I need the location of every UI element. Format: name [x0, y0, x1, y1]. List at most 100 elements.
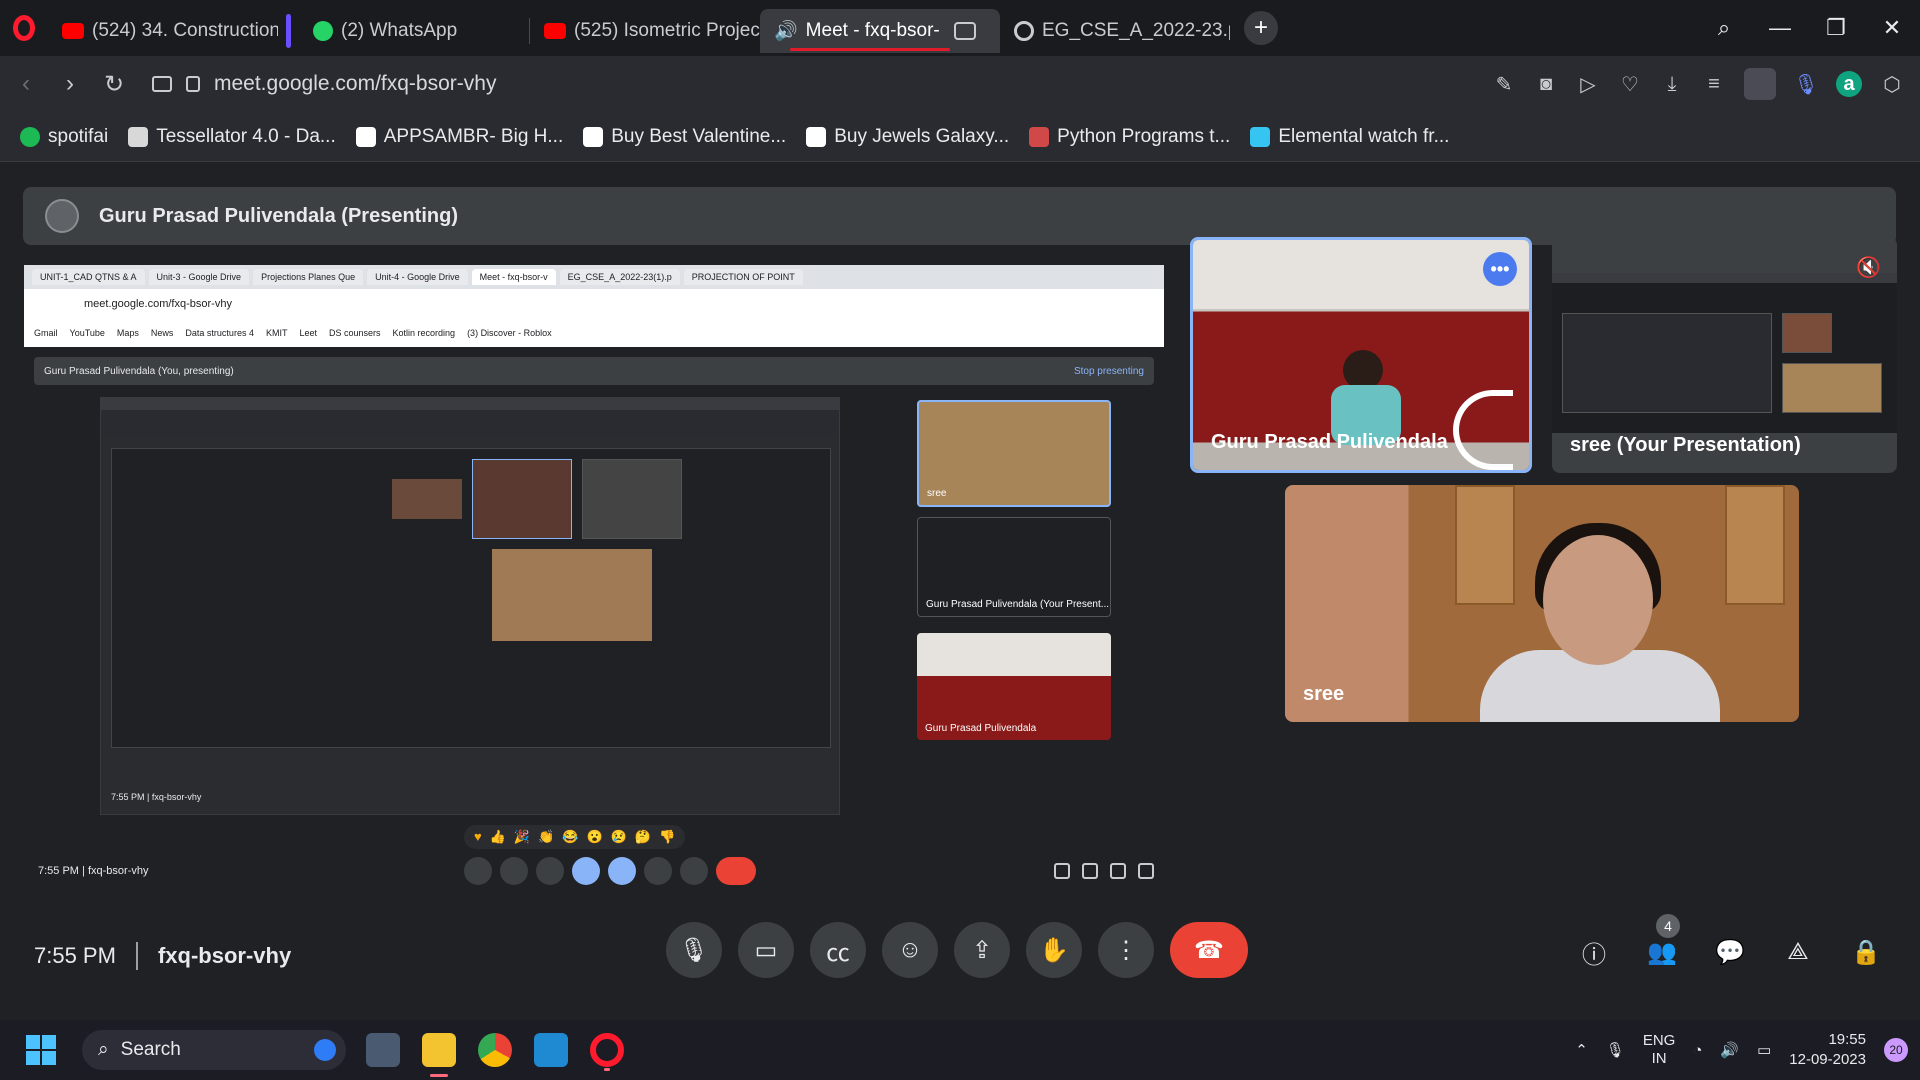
forward-icon[interactable]: ›: [48, 70, 92, 98]
meeting-details-button[interactable]: ⓘ: [1578, 936, 1610, 969]
tab-isometric[interactable]: (525) Isometric Projectio: [530, 9, 760, 53]
back-icon[interactable]: ‹: [4, 70, 48, 98]
participant-name: sree: [1303, 683, 1345, 705]
bookmark-valentine[interactable]: Buy Best Valentine...: [583, 126, 786, 148]
shared-tile-presentation: Guru Prasad Pulivendala (Your Present...: [917, 517, 1111, 617]
chat-button[interactable]: 💬: [1714, 936, 1746, 968]
tab-meet[interactable]: 🔊 Meet - fxq-bsor-: [760, 9, 1000, 53]
lang-bottom: IN: [1651, 1050, 1667, 1067]
shared-bookmark: Maps: [116, 328, 139, 338]
shared-tile-guru: Guru Prasad Pulivendala: [917, 633, 1111, 740]
battery-icon[interactable]: ▭: [1757, 1041, 1771, 1059]
bookmark-label: APPSAMBR- Big H...: [383, 125, 564, 147]
taskbar-search[interactable]: ⌕ Search: [82, 1030, 346, 1070]
clock[interactable]: 19:55 12-09-2023: [1789, 1030, 1866, 1070]
bookmark-python[interactable]: Python Programs t...: [1029, 126, 1230, 148]
tab-construction[interactable]: (524) 34. Construction o: [48, 9, 278, 53]
tab-label: Meet - fxq-bsor-: [805, 20, 940, 41]
tab-whatsapp[interactable]: (2) WhatsApp: [299, 9, 529, 53]
profile-icon[interactable]: [1744, 68, 1776, 100]
windows-start-icon[interactable]: [26, 1035, 56, 1065]
bookmark-appsambr[interactable]: APPSAMBR- Big H...: [355, 125, 564, 148]
shared-right-icons: [1054, 863, 1154, 879]
nested-tile: [492, 549, 652, 641]
chrome-icon[interactable]: [478, 1033, 512, 1067]
shared-bookmark: (3) Discover - Roblox: [467, 328, 552, 338]
opera-menu-icon[interactable]: [0, 0, 48, 56]
microphone-button[interactable]: 🎙: [666, 922, 722, 978]
file-explorer-icon[interactable]: [422, 1033, 456, 1077]
tab-label: (524) 34. Construction o: [92, 20, 278, 41]
language-indicator[interactable]: ENG IN: [1643, 1032, 1676, 1068]
activities-button[interactable]: ⟁: [1782, 936, 1814, 968]
calculator-icon[interactable]: [366, 1033, 400, 1067]
participant-name: sree (Your Presentation): [1570, 434, 1801, 456]
nested-tile: [582, 459, 682, 539]
bookmark-label: Buy Jewels Galaxy...: [834, 125, 1010, 147]
vscode-icon[interactable]: [534, 1033, 568, 1067]
new-tab-button[interactable]: +: [1244, 11, 1278, 45]
shared-bookmark: YouTube: [69, 328, 105, 338]
microphone-icon[interactable]: 🎙: [1793, 72, 1818, 96]
more-options-icon[interactable]: •••: [1483, 252, 1517, 286]
tessellator-icon: [128, 126, 149, 147]
camera-button[interactable]: ▭: [738, 922, 794, 978]
info-icon: ⓘ: [1582, 941, 1606, 969]
download-icon[interactable]: ⤓: [1660, 72, 1684, 96]
shared-presenting-bar: Guru Prasad Pulivendala (You, presenting…: [34, 357, 1154, 385]
search-tabs-icon[interactable]: ⌕: [1696, 15, 1752, 41]
more-vert-icon: ⋮: [1114, 936, 1138, 964]
participant-tile-sree[interactable]: sree: [1285, 485, 1799, 722]
notifications-badge[interactable]: 20: [1884, 1038, 1908, 1062]
shared-browser-chrome: UNIT-1_CAD QTNS & A Unit-3 - Google Driv…: [24, 265, 1164, 347]
thumbs-up-icon: 👍: [489, 829, 506, 844]
edit-icon[interactable]: ✎: [1492, 72, 1516, 96]
tab-snap-icon[interactable]: [953, 22, 976, 40]
nested-share: [111, 448, 831, 748]
easy-setup-icon[interactable]: ≡: [1702, 72, 1726, 96]
shared-tile-label: Guru Prasad Pulivendala: [925, 723, 1037, 734]
aria-icon[interactable]: a: [1836, 71, 1862, 97]
restore-icon[interactable]: ❐: [1808, 15, 1864, 41]
captions-button[interactable]: ㏄: [810, 922, 866, 978]
search-placeholder: Search: [120, 1039, 181, 1060]
bookmark-jewels[interactable]: Buy Jewels Galaxy...: [806, 126, 1009, 148]
heart-icon[interactable]: ♡: [1618, 72, 1642, 96]
youtube-icon: [544, 23, 566, 39]
participant-tile-guru[interactable]: ••• Guru Prasad Pulivendala: [1190, 237, 1532, 473]
emoji-button[interactable]: ☺: [882, 922, 938, 978]
globe-icon: [1014, 21, 1034, 41]
microphone-tray-icon[interactable]: 🎙: [1606, 1041, 1625, 1059]
bookmark-spotifai[interactable]: spotifai: [20, 126, 108, 148]
sad-icon: 😢: [610, 829, 627, 844]
people-button[interactable]: 4 👥: [1646, 914, 1680, 968]
camera-permission-icon[interactable]: [152, 76, 172, 92]
shared-time: 7:55 PM: [38, 865, 79, 877]
volume-icon[interactable]: 🔊: [1720, 1041, 1739, 1059]
bookmark-tessellator[interactable]: Tessellator 4.0 - Da...: [128, 126, 336, 148]
shared-presenting-label: Guru Prasad Pulivendala (You, presenting…: [44, 365, 234, 377]
send-icon[interactable]: ▷: [1576, 72, 1600, 96]
raise-hand-button[interactable]: ✋: [1026, 922, 1082, 978]
tab-label: (2) WhatsApp: [341, 20, 458, 41]
tab-pdf[interactable]: EG_CSE_A_2022-23.pdf: [1000, 9, 1230, 53]
chevron-up-icon[interactable]: ⌃: [1575, 1041, 1588, 1059]
reload-icon[interactable]: ↻: [92, 70, 136, 99]
snapshot-icon[interactable]: ◙: [1534, 72, 1558, 96]
wifi-icon[interactable]: ◔: [1693, 1042, 1702, 1059]
participant-tile-presentation[interactable]: 🔇 sree (Your Presentation): [1552, 237, 1897, 473]
bookmark-elemental[interactable]: Elemental watch fr...: [1250, 126, 1449, 148]
amazon-icon: [583, 126, 604, 147]
url-field[interactable]: meet.google.com/fxq-bsor-vhy: [152, 72, 496, 96]
more-options-button[interactable]: ⋮: [1098, 922, 1154, 978]
lock-icon[interactable]: [186, 76, 200, 92]
bing-icon[interactable]: [314, 1039, 336, 1061]
opera-icon[interactable]: [590, 1033, 624, 1071]
close-icon[interactable]: ✕: [1864, 15, 1920, 41]
minimize-icon[interactable]: —: [1752, 15, 1808, 41]
url-text[interactable]: meet.google.com/fxq-bsor-vhy: [214, 72, 496, 96]
leave-call-button[interactable]: ☎: [1170, 922, 1248, 978]
present-button[interactable]: ⇪: [954, 922, 1010, 978]
host-controls-button[interactable]: 🔒: [1850, 936, 1882, 968]
extensions-icon[interactable]: ⬡: [1880, 72, 1904, 96]
